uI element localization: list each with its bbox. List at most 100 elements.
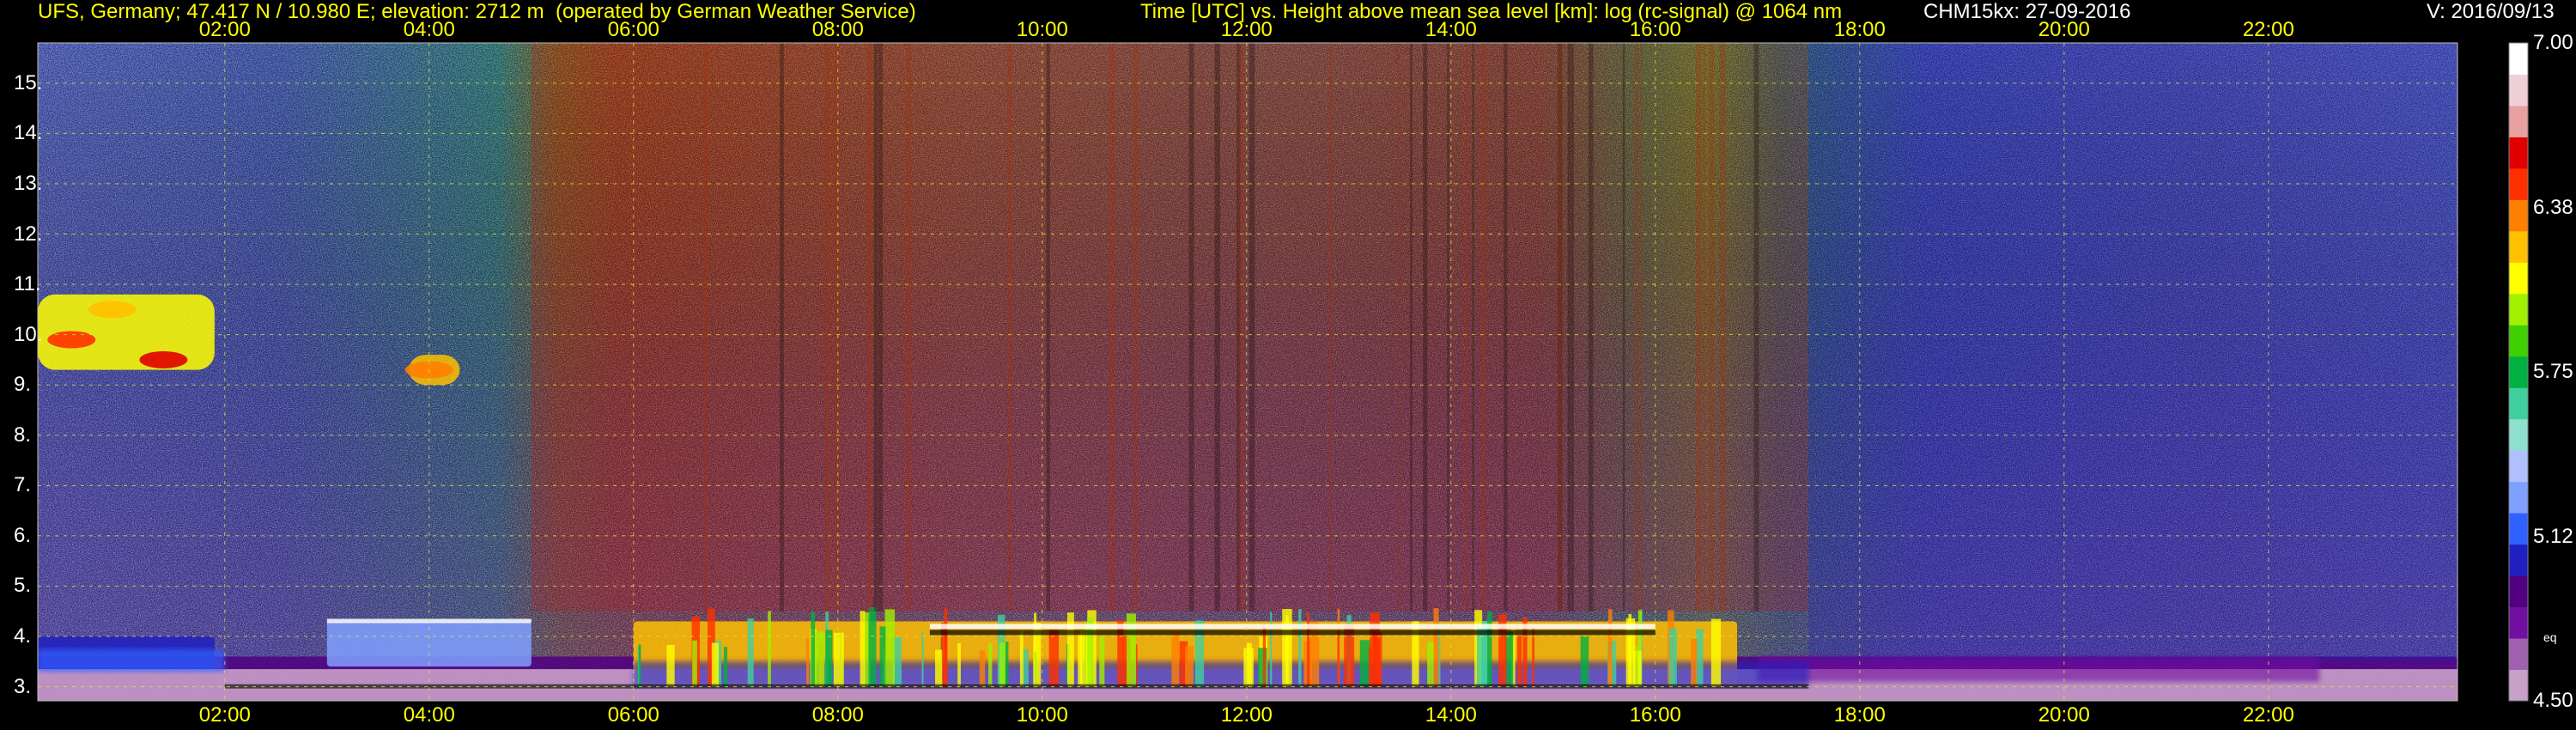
y-tick-label: 7. xyxy=(14,473,32,497)
vertical-streak xyxy=(873,43,878,611)
colorbar xyxy=(2508,42,2529,702)
plume-mark xyxy=(1171,630,1180,687)
plume-mark xyxy=(1580,636,1589,687)
cirrus-core xyxy=(47,331,96,349)
colorbar-swatch xyxy=(2509,262,2528,295)
plume-mark xyxy=(1099,636,1105,687)
y-tick-label: 9. xyxy=(14,373,32,397)
x-tick-label: 22:00 xyxy=(2242,703,2294,727)
plume-mark xyxy=(825,630,833,687)
plume-mark xyxy=(957,642,961,687)
plume-mark xyxy=(1710,618,1722,687)
x-tick-label: 22:00 xyxy=(2242,18,2294,41)
plume-mark xyxy=(1635,646,1638,687)
colorbar-swatch xyxy=(2509,387,2528,420)
vertical-streak xyxy=(1329,43,1332,611)
plume-mark xyxy=(1298,609,1302,687)
y-tick-label: 12. xyxy=(14,222,43,246)
x-tick-label: 10:00 xyxy=(1016,18,1068,41)
vertical-streak xyxy=(703,43,708,611)
x-tick-label: 08:00 xyxy=(811,703,864,727)
x-tick-label: 16:00 xyxy=(1629,703,1681,727)
x-tick-label: 14:00 xyxy=(1425,703,1477,727)
y-tick-label: 11. xyxy=(14,272,41,296)
vertical-streak xyxy=(1423,43,1428,611)
colorbar-tick-label: 5.12 xyxy=(2533,524,2573,548)
vertical-streak xyxy=(1504,43,1508,611)
x-tick-label: 06:00 xyxy=(607,703,659,727)
plume-mark xyxy=(1427,642,1435,687)
plume-mark xyxy=(815,631,825,687)
colorbar-swatch xyxy=(2509,575,2528,608)
plume-mark xyxy=(1433,608,1439,687)
cloud-base-line xyxy=(929,624,1656,630)
y-tick-label: 14. xyxy=(14,121,43,145)
plume-mark xyxy=(1022,649,1029,687)
plume-mark xyxy=(868,606,877,687)
plume-mark xyxy=(1668,628,1677,687)
plume-mark xyxy=(999,642,1005,687)
early-blue-layer xyxy=(38,648,225,672)
vertical-streak xyxy=(1571,43,1574,611)
evening-purple-layer xyxy=(1757,656,2320,682)
x-tick-label: 06:00 xyxy=(607,18,659,41)
x-tick-label: 20:00 xyxy=(2038,703,2090,727)
plume-mark xyxy=(811,611,816,687)
feature-daytime-background-noise-6 xyxy=(531,43,1809,611)
colorbar-swatch xyxy=(2509,325,2528,357)
plume-mark xyxy=(1066,612,1074,687)
cirrus-core xyxy=(139,350,188,368)
colorbar-swatch xyxy=(2509,167,2528,200)
colorbar-tick-label: 7.00 xyxy=(2533,31,2573,54)
x-tick-label: 14:00 xyxy=(1425,18,1477,41)
colorbar-tick-label: 4.50 xyxy=(2533,689,2573,712)
colorbar-swatch xyxy=(2509,418,2528,451)
x-tick-label: 04:00 xyxy=(403,703,455,727)
vertical-streak xyxy=(1109,43,1115,611)
vertical-streak xyxy=(1696,43,1698,611)
colorbar-small-label: eq xyxy=(2543,630,2557,644)
x-tick-label: 18:00 xyxy=(1833,18,1886,41)
plume-mark xyxy=(1337,630,1340,687)
colorbar-swatch xyxy=(2509,230,2528,263)
plume-mark xyxy=(692,640,697,687)
x-tick-label: 12:00 xyxy=(1220,18,1273,41)
plume-mark xyxy=(1185,646,1194,687)
plume-mark xyxy=(987,642,993,687)
plume-mark xyxy=(1034,651,1037,687)
plume-mark xyxy=(1516,636,1522,687)
plume-mark xyxy=(1359,640,1370,687)
vertical-streak xyxy=(1133,43,1139,611)
plume-mark xyxy=(833,632,844,687)
plume-mark xyxy=(768,611,771,687)
colorbar-swatch xyxy=(2509,356,2528,388)
plume-mark xyxy=(805,638,810,687)
colorbar-swatch xyxy=(2509,450,2528,483)
vertical-streak xyxy=(1480,43,1486,611)
colorbar-swatch xyxy=(2509,74,2528,106)
colorbar-swatch xyxy=(2509,669,2528,702)
plume-mark xyxy=(1372,632,1382,687)
y-tick-label: 4. xyxy=(14,624,32,648)
y-tick-label: 10. xyxy=(14,322,43,346)
vertical-streak xyxy=(1634,43,1639,611)
vertical-streak xyxy=(878,43,883,611)
plume-mark xyxy=(921,631,924,687)
plume-mark xyxy=(884,609,896,687)
vertical-streak xyxy=(1557,43,1562,611)
plume-mark xyxy=(638,644,641,687)
vertical-streak xyxy=(1238,43,1243,611)
colorbar-swatch xyxy=(2509,293,2528,325)
cirrus-core xyxy=(88,301,137,319)
plume-mark xyxy=(1270,611,1273,687)
colorbar-tick-label: 5.75 xyxy=(2533,360,2573,383)
colorbar-swatch xyxy=(2509,481,2528,514)
colorbar-swatch xyxy=(2509,199,2528,232)
colorbar-swatch xyxy=(2509,43,2528,75)
vertical-streak xyxy=(1709,43,1715,611)
y-tick-label: 15. xyxy=(14,70,43,94)
colorbar-swatch xyxy=(2509,105,2528,137)
x-tick-label: 10:00 xyxy=(1016,703,1068,727)
vertical-streak xyxy=(1465,43,1468,611)
plume-mark xyxy=(1243,648,1254,687)
